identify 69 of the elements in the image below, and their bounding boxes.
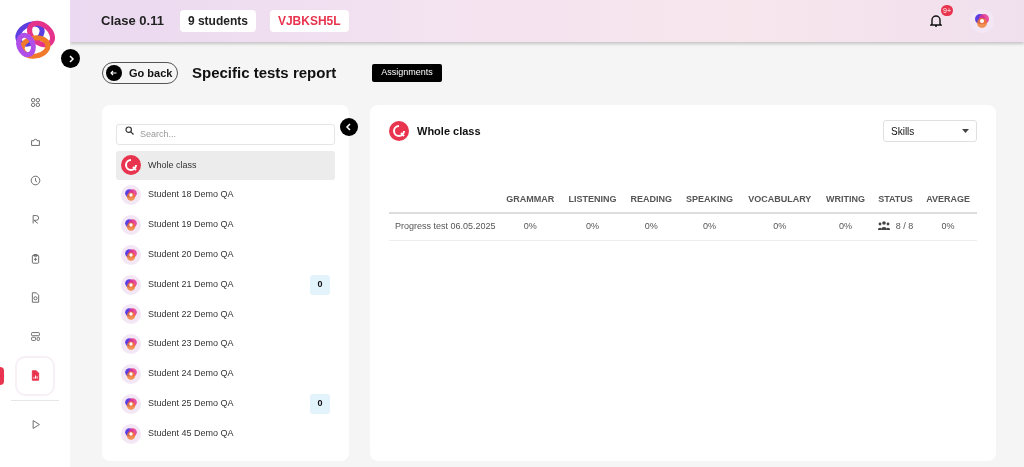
table-cell: 0%: [703, 221, 716, 231]
class-code-badge: VJBKSH5L: [269, 10, 349, 32]
table-cell: 8 / 8: [895, 221, 914, 231]
table-cell: 0%: [586, 221, 600, 231]
table-cell: 0%: [773, 221, 787, 231]
table-cell: 0%: [523, 221, 537, 231]
column-header: READING: [630, 193, 673, 204]
column-header: LISTENING: [568, 193, 617, 204]
search-field[interactable]: Search...: [116, 123, 335, 145]
avatar-icon: [121, 393, 141, 414]
clipboard-icon: [29, 253, 41, 264]
nav-button[interactable]: [17, 357, 53, 394]
avatar-icon: [121, 244, 141, 265]
group-icon: [877, 221, 890, 230]
layout-icon: [29, 331, 41, 342]
avatar-icon: [121, 304, 141, 325]
avatar-icon: [121, 274, 141, 295]
student-name: Student 25 Demo QA: [148, 397, 235, 410]
column-header: STATUS: [878, 193, 913, 204]
table-cell: 0%: [644, 221, 658, 231]
column-header: SPEAKING: [686, 193, 733, 204]
letter-icon: [29, 214, 41, 225]
avatar-icon[interactable]: [970, 9, 994, 33]
expand-button[interactable]: [61, 49, 80, 68]
report-heading: Whole class: [417, 123, 481, 139]
student-name: Student 19 Demo QA: [148, 218, 235, 232]
report-icon: [29, 370, 41, 381]
count-badge: 0: [310, 393, 330, 414]
student-name: Student 20 Demo QA: [148, 248, 235, 262]
column-header: AVERAGE: [926, 193, 971, 204]
avatar-icon: [121, 363, 141, 384]
clock-icon: [29, 175, 41, 186]
student-name: Student 24 Demo QA: [148, 367, 235, 381]
caret-icon: [962, 129, 969, 133]
grid-icon: [29, 97, 41, 108]
bell-icon: [930, 14, 942, 28]
active-indicator: [0, 367, 4, 385]
avatar-icon: [121, 423, 141, 444]
avatar-icon: [121, 334, 141, 355]
student-name: Student 18 Demo QA: [148, 188, 235, 202]
assignments-button[interactable]: Assignments: [372, 64, 442, 82]
document-icon: [29, 292, 41, 303]
students-count-badge: 9 students: [179, 10, 256, 32]
play-icon: [29, 418, 41, 430]
student-name: Student 22 Demo QA: [148, 307, 235, 321]
skills-dropdown[interactable]: Skills: [883, 120, 977, 142]
student-name: Whole class: [148, 158, 198, 172]
chevron-left-icon: [345, 123, 353, 131]
avatar-icon: [121, 215, 141, 235]
chevron-right-icon: [66, 54, 75, 63]
avatar-icon: [121, 185, 141, 206]
page-title: Specific tests report: [192, 62, 337, 83]
table-cell: 0%: [941, 221, 955, 231]
arrow-left-icon: [106, 65, 122, 81]
class-name: Clase 0.11: [101, 12, 164, 31]
class-logo-icon: [389, 121, 409, 141]
search-icon: [125, 126, 134, 135]
column-header: GRAMMAR: [506, 193, 555, 204]
test-name: Progress test 06.05.2025: [395, 221, 496, 231]
column-header: VOCABULARY: [748, 193, 812, 204]
count-badge: 0: [310, 274, 330, 295]
student-name: Student 23 Demo QA: [148, 337, 235, 351]
student-list-item[interactable]: Whole class: [116, 150, 335, 181]
student-name: Student 21 Demo QA: [148, 277, 235, 291]
table-cell: 0%: [839, 221, 853, 231]
class-logo-icon: [121, 155, 141, 176]
student-name: Student 45 Demo QA: [148, 426, 235, 440]
column-header: WRITING: [826, 193, 866, 204]
collapse-button[interactable]: [340, 118, 358, 136]
